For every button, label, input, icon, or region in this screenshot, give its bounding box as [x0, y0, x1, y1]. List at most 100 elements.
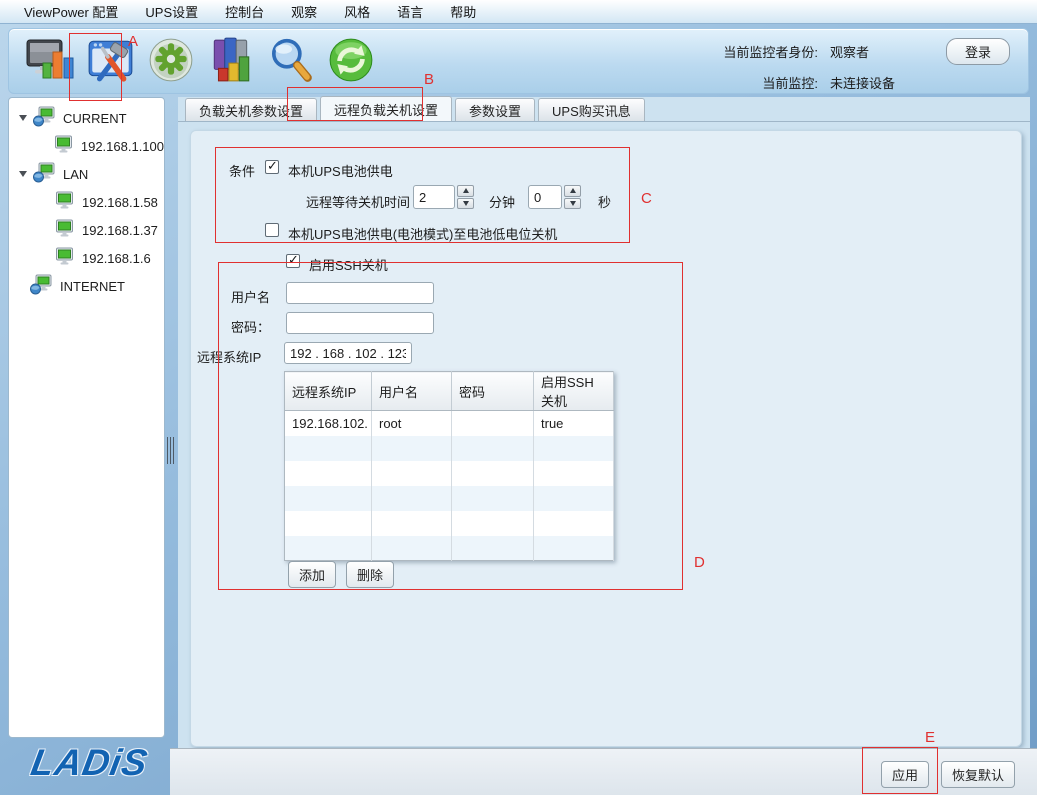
books-chart-icon — [207, 36, 255, 89]
table-cell[interactable] — [534, 511, 614, 536]
menu-bar: ViewPower 配置 UPS设置 控制台 观察 风格 语言 帮助 — [0, 0, 1037, 24]
role-value: 观察者 — [830, 42, 934, 61]
device-tree-panel: CURRENT 192.168.1.100 — [8, 97, 165, 738]
menu-viewpower-config[interactable]: ViewPower 配置 — [24, 2, 118, 21]
menu-style[interactable]: 风格 — [344, 2, 370, 21]
search-button[interactable] — [265, 37, 317, 87]
column-header[interactable]: 启用SSH关机 — [534, 372, 614, 411]
tree-node-device[interactable]: 192.168.1.100 — [9, 132, 164, 160]
monitor-status-panel: 当前监控者身份: 观察者 登录 当前监控: 未连接设备 — [723, 38, 1010, 92]
table-cell[interactable]: root — [372, 411, 452, 436]
table-cell[interactable] — [452, 486, 534, 511]
table-cell[interactable] — [285, 461, 372, 486]
table-cell[interactable] — [452, 536, 534, 561]
monitor-label: 当前监控: — [723, 73, 818, 92]
table-cell[interactable] — [372, 461, 452, 486]
table-cell[interactable] — [285, 436, 372, 461]
column-header[interactable]: 用户名 — [372, 372, 452, 411]
tab-ups-purchase-info[interactable]: UPS购买讯息 — [538, 98, 645, 121]
seconds-unit-label: 秒 — [598, 192, 611, 211]
tree-node-device[interactable]: 192.168.1.6 — [9, 244, 164, 272]
table-cell[interactable] — [534, 436, 614, 461]
spin-down-button[interactable] — [457, 198, 474, 210]
delete-button[interactable]: 删除 — [346, 561, 394, 588]
device-config-button[interactable] — [85, 37, 137, 87]
table-cell[interactable]: true — [534, 411, 614, 436]
table-cell[interactable] — [372, 486, 452, 511]
table-cell[interactable] — [534, 486, 614, 511]
tab-bar: 负载关机参数设置 远程负载关机设置 参数设置 UPS购买讯息 — [178, 97, 1030, 122]
table-cell[interactable] — [285, 511, 372, 536]
table-row[interactable] — [285, 436, 614, 461]
tree-node-current[interactable]: CURRENT — [9, 104, 164, 132]
remote-ip-input[interactable] — [284, 342, 412, 364]
table-cell[interactable] — [534, 461, 614, 486]
table-row[interactable]: 192.168.102. root true — [285, 411, 614, 436]
tab-parameter-settings[interactable]: 参数设置 — [455, 98, 535, 121]
table-cell[interactable] — [372, 536, 452, 561]
table-cell[interactable] — [452, 436, 534, 461]
menu-console[interactable]: 控制台 — [225, 2, 264, 21]
login-button[interactable]: 登录 — [946, 38, 1010, 65]
table-row[interactable] — [285, 536, 614, 561]
table-cell[interactable]: 192.168.102. — [285, 411, 372, 436]
menu-language[interactable]: 语言 — [397, 2, 423, 21]
ssh-targets-table: 远程系统IP 用户名 密码 启用SSH关机 192.168.102. root … — [284, 371, 614, 561]
report-books-button[interactable] — [205, 37, 257, 87]
sidebar-splitter-handle[interactable] — [166, 437, 175, 464]
table-cell[interactable] — [285, 536, 372, 561]
wait-seconds-input[interactable] — [528, 185, 562, 209]
spin-down-button[interactable] — [564, 198, 581, 210]
table-row[interactable] — [285, 511, 614, 536]
device-monitor-icon — [55, 247, 75, 270]
table-cell[interactable] — [452, 461, 534, 486]
battery-power-checkbox[interactable] — [265, 160, 279, 174]
menu-help[interactable]: 帮助 — [450, 2, 476, 21]
add-button[interactable]: 添加 — [288, 561, 336, 588]
expand-arrow-icon[interactable] — [19, 115, 27, 121]
restore-default-button[interactable]: 恢复默认 — [941, 761, 1015, 788]
table-cell[interactable] — [285, 486, 372, 511]
spin-up-button[interactable] — [564, 185, 581, 197]
password-input[interactable] — [286, 312, 434, 334]
tree-node-device[interactable]: 192.168.1.37 — [9, 216, 164, 244]
settings-gear-button[interactable] — [145, 37, 197, 87]
menu-ups-settings[interactable]: UPS设置 — [145, 2, 198, 21]
spin-up-button[interactable] — [457, 185, 474, 197]
wait-seconds-spinner — [564, 185, 581, 209]
tree-node-internet[interactable]: INTERNET — [9, 272, 164, 300]
username-input[interactable] — [286, 282, 434, 304]
table-row[interactable] — [285, 486, 614, 511]
column-header[interactable]: 密码 — [452, 372, 534, 411]
tab-remote-load-shutdown[interactable]: 远程负载关机设置 — [320, 96, 452, 121]
wait-minutes-input[interactable] — [413, 185, 455, 209]
refresh-button[interactable] — [325, 37, 377, 87]
table-cell[interactable] — [372, 436, 452, 461]
low-battery-shutdown-checkbox[interactable] — [265, 223, 279, 237]
table-cell[interactable] — [372, 511, 452, 536]
password-label: 密码： — [231, 317, 270, 336]
refresh-icon — [327, 36, 375, 89]
wait-time-label: 远程等待关机时间 — [306, 192, 410, 211]
tree-node-label: 192.168.1.6 — [82, 251, 151, 266]
tree-node-device[interactable]: 192.168.1.58 — [9, 188, 164, 216]
network-group-icon — [33, 162, 56, 186]
table-cell[interactable] — [534, 536, 614, 561]
tree-node-lan[interactable]: LAN — [9, 160, 164, 188]
tree-node-label: 192.168.1.37 — [82, 223, 158, 238]
tab-load-shutdown-params[interactable]: 负载关机参数设置 — [185, 98, 317, 121]
battery-power-checkbox-label: 本机UPS电池供电 — [288, 161, 393, 180]
apply-button[interactable]: 应用 — [881, 761, 929, 788]
enable-ssh-label: 启用SSH关机 — [309, 255, 388, 274]
tree-node-label: INTERNET — [60, 279, 125, 294]
column-header[interactable]: 远程系统IP — [285, 372, 372, 411]
table-cell[interactable] — [452, 511, 534, 536]
table-row[interactable] — [285, 461, 614, 486]
monitor-view-button[interactable] — [25, 37, 77, 87]
enable-ssh-checkbox[interactable] — [286, 254, 300, 268]
expand-arrow-icon[interactable] — [19, 171, 27, 177]
table-cell[interactable] — [452, 411, 534, 436]
monitor-chart-icon — [26, 36, 76, 89]
tree-node-label: CURRENT — [63, 111, 127, 126]
menu-view[interactable]: 观察 — [291, 2, 317, 21]
